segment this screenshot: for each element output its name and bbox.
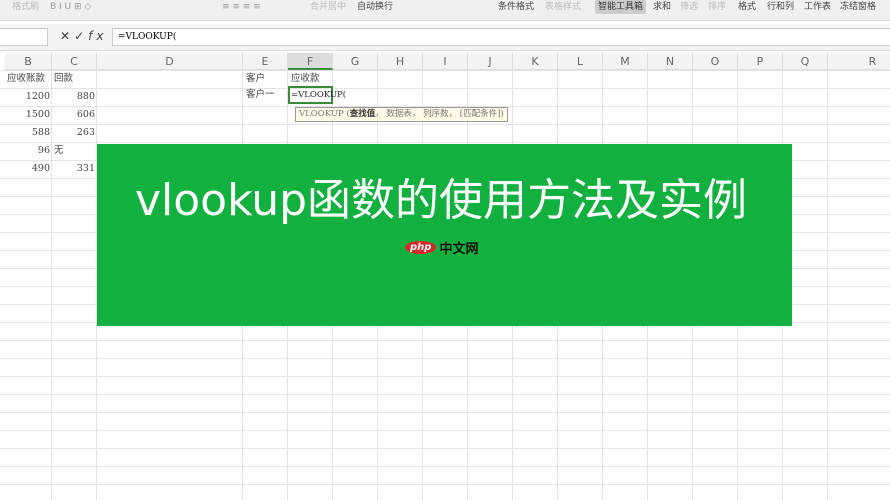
cell-f2[interactable]: =VLOOKUP(	[291, 86, 346, 104]
cell-payment[interactable]: 880	[52, 88, 95, 106]
cell-receivable[interactable]: 490	[5, 160, 50, 178]
formula-icons: ✕✓fx	[60, 29, 107, 43]
title-banner: vlookup函数的使用方法及实例 php 中文网	[97, 144, 792, 326]
smart-toolbox-button[interactable]: 智能工具箱	[595, 0, 647, 14]
column-header-M[interactable]: M	[603, 53, 648, 70]
align-icons[interactable]: ≡ ≡ ≡ ≡	[222, 0, 261, 14]
column-header-I[interactable]: I	[423, 53, 468, 70]
worksheet-button[interactable]: 工作表	[804, 0, 831, 14]
header-receivable[interactable]: 应收账款	[7, 70, 45, 88]
cell-e2[interactable]: 客户一	[246, 86, 275, 104]
sort-button[interactable]: 排序	[708, 0, 726, 14]
column-header-N[interactable]: N	[648, 53, 693, 70]
column-header-E[interactable]: E	[243, 53, 288, 70]
formula-bar: ✕✓fx =VLOOKUP(	[0, 24, 890, 51]
column-header-F[interactable]: F	[288, 53, 333, 70]
format-button[interactable]: 格式	[738, 0, 756, 14]
cell-receivable[interactable]: 96	[5, 142, 50, 160]
cell-receivable[interactable]: 1200	[5, 88, 50, 106]
column-header-C[interactable]: C	[52, 53, 97, 70]
column-header-R[interactable]: R	[828, 53, 890, 70]
column-header-J[interactable]: J	[468, 53, 513, 70]
cell-payment[interactable]: 263	[52, 124, 95, 142]
sum-button[interactable]: 求和	[653, 0, 671, 14]
gridline	[827, 70, 828, 500]
cell-receivable[interactable]: 588	[5, 124, 50, 142]
header-payment[interactable]: 回款	[54, 70, 73, 88]
filter-button[interactable]: 筛选	[680, 0, 698, 14]
rows-cols-button[interactable]: 行和列	[767, 0, 794, 14]
format-painter-button[interactable]: 格式刷	[12, 0, 39, 14]
freeze-panes-button[interactable]: 冻结窗格	[840, 0, 876, 14]
cancel-icon[interactable]: ✕	[60, 29, 74, 43]
function-tooltip: VLOOKUP (查找值， 数据表， 列序数， [匹配条件])	[295, 107, 508, 122]
column-header-P[interactable]: P	[738, 53, 783, 70]
merge-center-button[interactable]: 合并居中	[310, 0, 346, 14]
column-header-D[interactable]: D	[97, 53, 243, 70]
fx-icon[interactable]: fx	[88, 29, 107, 43]
column-header-L[interactable]: L	[558, 53, 603, 70]
watermark-logo: php 中文网	[405, 238, 478, 257]
confirm-icon[interactable]: ✓	[74, 29, 88, 43]
cell-payment[interactable]: 无	[54, 142, 64, 160]
column-header-B[interactable]: B	[5, 53, 52, 70]
column-header-H[interactable]: H	[378, 53, 423, 70]
banner-title: vlookup函数的使用方法及实例	[135, 175, 748, 226]
table-style-button[interactable]: 表格样式	[545, 0, 581, 14]
column-header-Q[interactable]: Q	[783, 53, 828, 70]
cell-payment[interactable]: 606	[52, 106, 95, 124]
wrap-text-button[interactable]: 自动换行	[357, 0, 393, 14]
cell-payment[interactable]: 331	[52, 160, 95, 178]
conditional-format-button[interactable]: 条件格式	[498, 0, 534, 14]
cell-receivable[interactable]: 1500	[5, 106, 50, 124]
name-box[interactable]	[0, 28, 48, 46]
column-header-K[interactable]: K	[513, 53, 558, 70]
column-header-G[interactable]: G	[333, 53, 378, 70]
ribbon-toolbar: 格式刷 B I U ⊞ ◇ ≡ ≡ ≡ ≡ 合并居中 自动换行 条件格式 表格样…	[0, 0, 890, 21]
formula-input[interactable]: =VLOOKUP(	[112, 28, 890, 46]
column-header-O[interactable]: O	[693, 53, 738, 70]
font-format-icons[interactable]: B I U ⊞ ◇	[50, 0, 91, 14]
